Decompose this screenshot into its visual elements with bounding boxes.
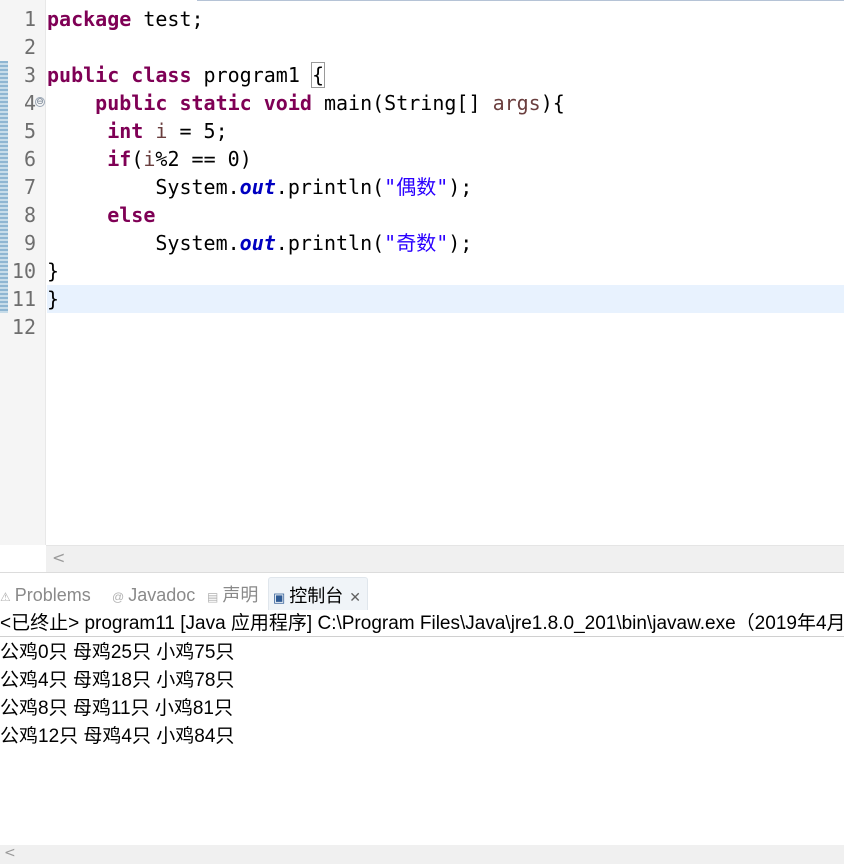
code-text: ); — [448, 231, 473, 255]
console-status-header: <已终止> program11 [Java 应用程序] C:\Program F… — [0, 609, 844, 637]
keyword: int — [107, 119, 144, 143]
keyword: void — [263, 91, 312, 115]
code-area[interactable]: package test; public class program1 { pu… — [47, 5, 844, 341]
tab-label: Javadoc — [128, 585, 196, 605]
line-number: 4 — [23, 91, 36, 115]
static-field: out — [239, 175, 276, 199]
change-ruler — [0, 61, 8, 313]
tab-label: 控制台 — [289, 586, 344, 606]
line-number: 7 — [23, 175, 36, 199]
keyword: package — [47, 7, 132, 31]
code-line-5: int i = 5; — [47, 117, 844, 145]
code-text: ){ — [540, 91, 565, 115]
bottom-views-panel: ⚠ Problems @ Javadoc ▤ 声明 ▣ 控制台 ✕ <已终止> progr… — [0, 572, 844, 864]
views-tab-bar: ⚠ Problems @ Javadoc ▤ 声明 ▣ 控制台 ✕ — [0, 572, 844, 610]
code-text: main(String[] — [311, 91, 493, 115]
code-line-3: public class program1 { — [47, 61, 844, 89]
line-number: 12 — [11, 315, 36, 339]
code-line-11-current: } — [47, 285, 844, 313]
class-name: program1 — [191, 63, 312, 87]
code-text: .println( — [275, 231, 385, 255]
line-number: 9 — [23, 231, 36, 255]
string-literal: "奇数" — [384, 231, 449, 255]
console-output[interactable]: 公鸡0只 母鸡25只 小鸡75只 公鸡4只 母鸡18只 小鸡78只 公鸡8只 母… — [0, 638, 844, 750]
code-text: .println( — [275, 175, 385, 199]
tab-declaration[interactable]: ▤ 声明 — [207, 577, 258, 610]
fold-collapse-icon[interactable]: ⊖ — [35, 97, 45, 107]
console-output-line: 公鸡0只 母鸡25只 小鸡75只 — [0, 642, 235, 663]
code-editor[interactable]: 1 2 3 4 5 6 7 8 9 10 11 12 ⊖ package tes… — [0, 0, 844, 572]
keyword: static — [179, 91, 252, 115]
code-text: = 5; — [167, 119, 228, 143]
line-number: 10 — [11, 259, 36, 283]
console-horizontal-scrollbar[interactable]: < — [0, 845, 844, 864]
code-text: } — [47, 259, 60, 283]
code-text: } — [47, 287, 60, 311]
editor-top-border — [197, 0, 844, 1]
code-line-6: if(i%2 == 0) — [47, 145, 844, 173]
tab-label: Problems — [14, 585, 91, 605]
editor-horizontal-scrollbar[interactable]: < — [46, 545, 844, 572]
local-variable: i — [143, 147, 156, 171]
code-line-7: System.out.println("偶数"); — [47, 173, 844, 201]
tab-problems[interactable]: ⚠ Problems — [0, 577, 91, 610]
line-number: 8 — [23, 203, 36, 227]
code-line-8: else — [47, 201, 844, 229]
console-output-line: 公鸡8只 母鸡11只 小鸡81只 — [0, 698, 233, 719]
code-text: System. — [155, 175, 240, 199]
local-variable: i — [143, 119, 168, 143]
code-text: ( — [131, 147, 144, 171]
code-line-1: package test; — [47, 5, 844, 33]
keyword: public — [47, 63, 120, 87]
line-number: 1 — [23, 7, 36, 31]
tab-javadoc[interactable]: @ Javadoc — [112, 577, 195, 610]
static-field: out — [239, 231, 276, 255]
code-text: %2 == 0) — [155, 147, 252, 171]
scroll-left-icon[interactable]: < — [52, 548, 65, 567]
keyword: else — [107, 203, 156, 227]
keyword: class — [131, 63, 192, 87]
code-text: ); — [448, 175, 473, 199]
string-literal: "偶数" — [384, 175, 449, 199]
matching-bracket: { — [310, 62, 325, 88]
scroll-left-icon[interactable]: < — [4, 845, 16, 861]
line-number: 6 — [23, 147, 36, 171]
console-output-line: 公鸡12只 母鸡4只 小鸡84只 — [0, 726, 235, 747]
tab-label: 声明 — [222, 585, 259, 605]
line-numbers: 1 2 3 4 5 6 7 8 9 10 11 12 — [8, 5, 36, 341]
line-number: 11 — [11, 287, 36, 311]
line-number-gutter: 1 2 3 4 5 6 7 8 9 10 11 12 ⊖ — [0, 0, 46, 545]
line-number: 2 — [23, 35, 36, 59]
line-number: 5 — [23, 119, 36, 143]
code-text: System. — [155, 231, 240, 255]
keyword: public — [95, 91, 168, 115]
code-line-4: public static void main(String[] args){ — [47, 89, 844, 117]
code-line-10: } — [47, 257, 844, 285]
parameter-name: args — [492, 91, 541, 115]
keyword: if — [107, 147, 132, 171]
console-output-line: 公鸡4只 母鸡18只 小鸡78只 — [0, 670, 235, 691]
line-number: 3 — [23, 63, 36, 87]
code-text: test; — [131, 7, 204, 31]
tab-console[interactable]: ▣ 控制台 ✕ — [268, 577, 369, 610]
code-line-9: System.out.println("奇数"); — [47, 229, 844, 257]
